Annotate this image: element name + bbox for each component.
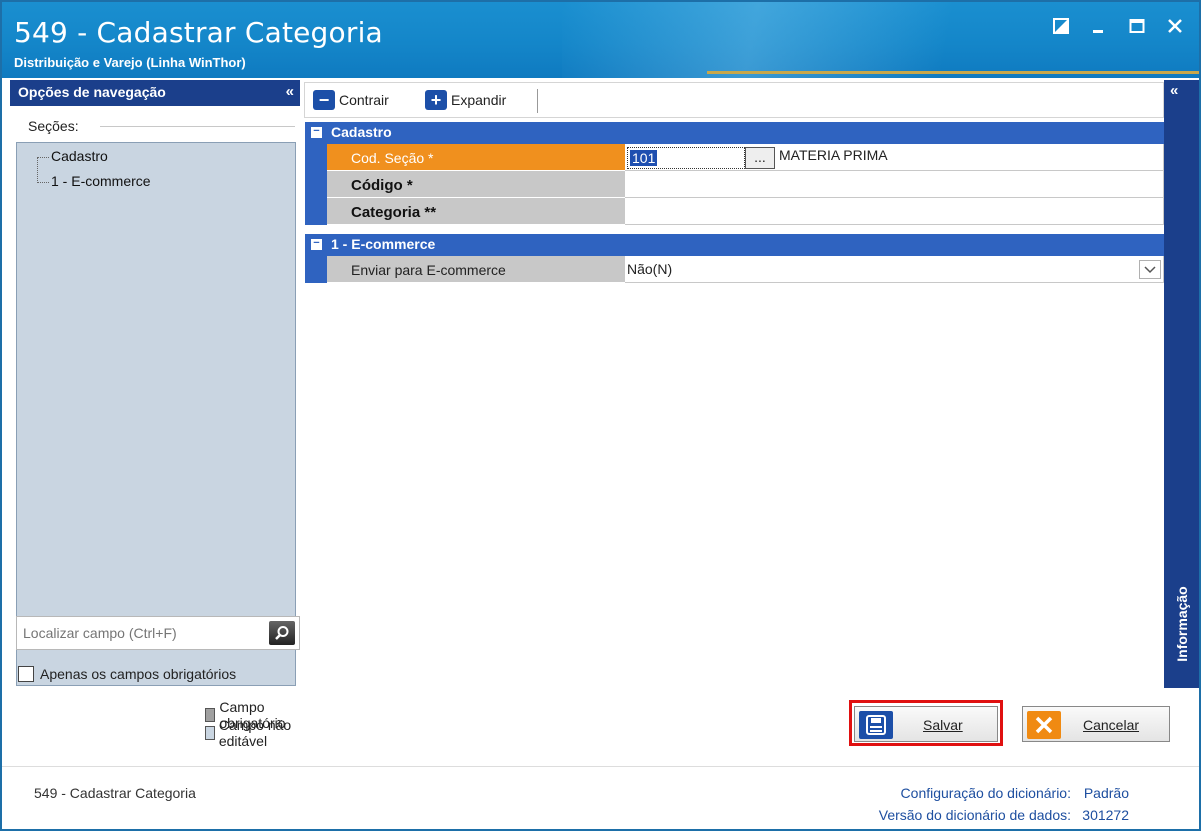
grid-toolbar: − Contrair + Expandir [304,82,1164,118]
collapse-category-icon[interactable]: − [311,126,322,138]
field-value-cod-secao[interactable]: 101 ... MATERIA PRIMA [625,144,1164,171]
title-bar: 549 - Cadastrar Categoria Distribuição e… [2,2,1199,78]
lookup-button[interactable]: ... [745,147,775,169]
footer-version-value: 301272 [1082,807,1129,823]
search-input[interactable] [23,623,259,643]
cancel-button[interactable]: Cancelar [1022,706,1170,742]
footer-version-label: Versão do dicionário de dados: [878,807,1071,823]
collapse-category-icon[interactable]: − [311,238,322,250]
tree-item-cadastro[interactable]: Cadastro [51,148,108,164]
not-editable-swatch [205,726,215,740]
information-tab[interactable]: Informação [1166,578,1196,678]
field-name-enviar-ecommerce: Enviar para E-commerce [327,256,625,283]
collapse-panel-icon[interactable]: « [286,83,294,100]
only-required-option[interactable]: Apenas os campos obrigatórios [18,666,236,682]
sections-tree: Cadastro 1 - E-commerce [16,142,296,686]
row-codigo: Código * [305,171,1164,198]
only-required-checkbox[interactable] [18,666,34,682]
expand-button[interactable]: + Expandir [425,90,506,110]
category-ecommerce[interactable]: − 1 - E-commerce [305,234,1164,256]
plus-icon: + [425,90,447,110]
codigo-input[interactable] [625,171,1164,198]
information-label: Informação [1174,586,1190,662]
field-name-cod-secao: Cod. Seção * [327,144,625,171]
footer-screen-name: 549 - Cadastrar Categoria [34,785,196,801]
cod-secao-description: MATERIA PRIMA [779,147,888,163]
only-required-label: Apenas os campos obrigatórios [40,666,237,682]
footer-config-label: Configuração do dicionário: [900,785,1071,801]
chevron-down-icon[interactable] [1139,260,1161,279]
minimize-icon[interactable] [1089,16,1109,36]
property-panel: − Contrair + Expandir − Cadastro Cod. Se… [304,82,1164,752]
expand-info-icon[interactable]: « [1170,82,1178,99]
cod-secao-input[interactable]: 101 [627,147,745,169]
row-cod-secao: Cod. Seção * 101 ... MATERIA PRIMA [305,144,1164,171]
category-cadastro[interactable]: − Cadastro [305,122,1164,144]
field-name-categoria: Categoria ** [327,198,625,225]
footer-config-value: Padrão [1083,785,1129,801]
window-subtitle: Distribuição e Varejo (Linha WinThor) [14,55,246,70]
save-button[interactable]: Salvar [854,706,998,742]
cancel-x-icon [1027,711,1061,739]
enviar-ecommerce-select[interactable]: Não(N) [625,256,1164,283]
row-enviar-ecommerce: Enviar para E-commerce Não(N) [305,256,1164,283]
navigation-panel: Opções de navegação « Seções: Cadastro 1… [10,80,300,750]
navigation-header: Opções de navegação « [10,80,300,106]
search-field [16,616,300,650]
app-window: 549 - Cadastrar Categoria Distribuição e… [0,0,1201,831]
category-label: 1 - E-commerce [331,236,436,252]
search-icon[interactable] [269,621,295,645]
restore-icon[interactable] [1051,16,1071,36]
save-label: Salvar [923,717,963,733]
cod-secao-value: 101 [630,150,658,166]
categoria-input[interactable] [625,198,1164,225]
field-legend: Campo obrigatório Campo não editável [205,699,300,749]
legend-not-editable: Campo não editável [218,717,292,749]
maximize-icon[interactable] [1127,16,1147,36]
row-categoria: Categoria ** [305,198,1164,225]
information-rail: « Informação [1164,80,1199,688]
expand-label: Expandir [451,92,507,108]
window-controls [1051,16,1185,36]
cancel-label: Cancelar [1083,717,1140,733]
status-footer: 549 - Cadastrar Categoria Configuração d… [2,766,1199,829]
field-name-codigo: Código * [327,171,625,198]
minus-icon: − [313,90,335,110]
navigation-header-label: Opções de navegação [18,84,166,100]
floppy-disk-icon [859,711,893,739]
collapse-label: Contrair [339,92,389,108]
window-title: 549 - Cadastrar Categoria [14,16,383,49]
tree-item-ecommerce[interactable]: 1 - E-commerce [51,173,151,189]
sections-label: Seções: [26,118,81,134]
collapse-button[interactable]: − Contrair [313,90,389,110]
close-icon[interactable] [1165,16,1185,36]
category-label: Cadastro [331,124,392,140]
required-swatch [205,708,216,722]
enviar-ecommerce-value: Não(N) [627,261,673,277]
